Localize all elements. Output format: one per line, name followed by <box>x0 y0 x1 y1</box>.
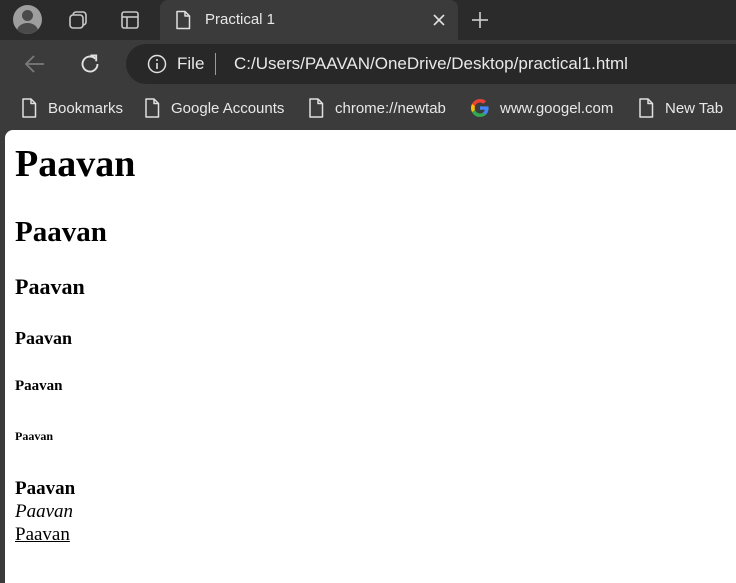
back-arrow-icon[interactable] <box>22 51 48 77</box>
bookmarks-bar: Bookmarks Google Accounts chrome://newta… <box>0 88 736 128</box>
new-tab-plus-icon[interactable] <box>469 9 491 31</box>
avatar-body <box>17 23 38 34</box>
page-icon <box>145 98 160 118</box>
heading-h4: Paavan <box>15 328 73 348</box>
bookmark-item-bookmarks[interactable]: Bookmarks <box>20 96 123 120</box>
tab-strip: Practical 1 <box>0 0 736 40</box>
omnibox-separator <box>215 53 216 75</box>
tab-practical-1[interactable]: Practical 1 <box>160 0 458 40</box>
bold-text: Paavan <box>15 478 76 499</box>
page-icon <box>22 98 37 118</box>
underlined-text: Paavan <box>15 524 70 545</box>
heading-h5: Paavan <box>15 378 63 394</box>
profile-avatar[interactable] <box>13 5 42 34</box>
heading-h3: Paavan <box>15 274 85 299</box>
heading-h2: Paavan <box>15 216 107 248</box>
bookmark-label: chrome://newtab <box>335 99 446 117</box>
google-g-icon <box>471 98 489 117</box>
workspaces-icon[interactable] <box>67 9 89 31</box>
info-icon[interactable] <box>146 53 168 75</box>
url-text[interactable]: C:/Users/PAAVAN/OneDrive/Desktop/practic… <box>234 54 628 74</box>
bookmark-label: Bookmarks <box>48 99 124 117</box>
avatar-head <box>22 10 33 21</box>
heading-h6: Paavan <box>15 429 54 443</box>
page-icon <box>639 98 654 118</box>
bookmark-item-new-tab[interactable]: New Tab <box>637 96 723 120</box>
bookmark-label: New Tab <box>665 99 724 117</box>
browser-window: Practical 1 File C:/Users/PAAVAN/OneDriv… <box>0 0 736 583</box>
page-viewport: Paavan Paavan Paavan Paavan Paavan Paava… <box>5 130 736 583</box>
address-bar[interactable]: File C:/Users/PAAVAN/OneDrive/Desktop/pr… <box>126 44 736 84</box>
bookmark-label: www.googel.com <box>500 99 614 117</box>
italic-text: Paavan <box>15 501 74 522</box>
heading-h1: Paavan <box>15 143 136 185</box>
close-icon[interactable] <box>430 11 448 29</box>
bookmark-item-chrome-newtab[interactable]: chrome://newtab <box>307 96 446 120</box>
page-icon <box>309 98 324 118</box>
toolbar: File C:/Users/PAAVAN/OneDrive/Desktop/pr… <box>0 40 736 88</box>
scheme-label: File <box>177 54 205 73</box>
reload-icon[interactable] <box>77 51 103 77</box>
bookmark-item-google-accounts[interactable]: Google Accounts <box>143 96 284 120</box>
tab-title: Practical 1 <box>205 11 276 28</box>
tab-actions-icon[interactable] <box>119 9 141 31</box>
bookmark-label: Google Accounts <box>171 99 285 117</box>
bookmark-item-googel[interactable]: www.googel.com <box>470 96 613 120</box>
page-icon <box>176 10 191 30</box>
